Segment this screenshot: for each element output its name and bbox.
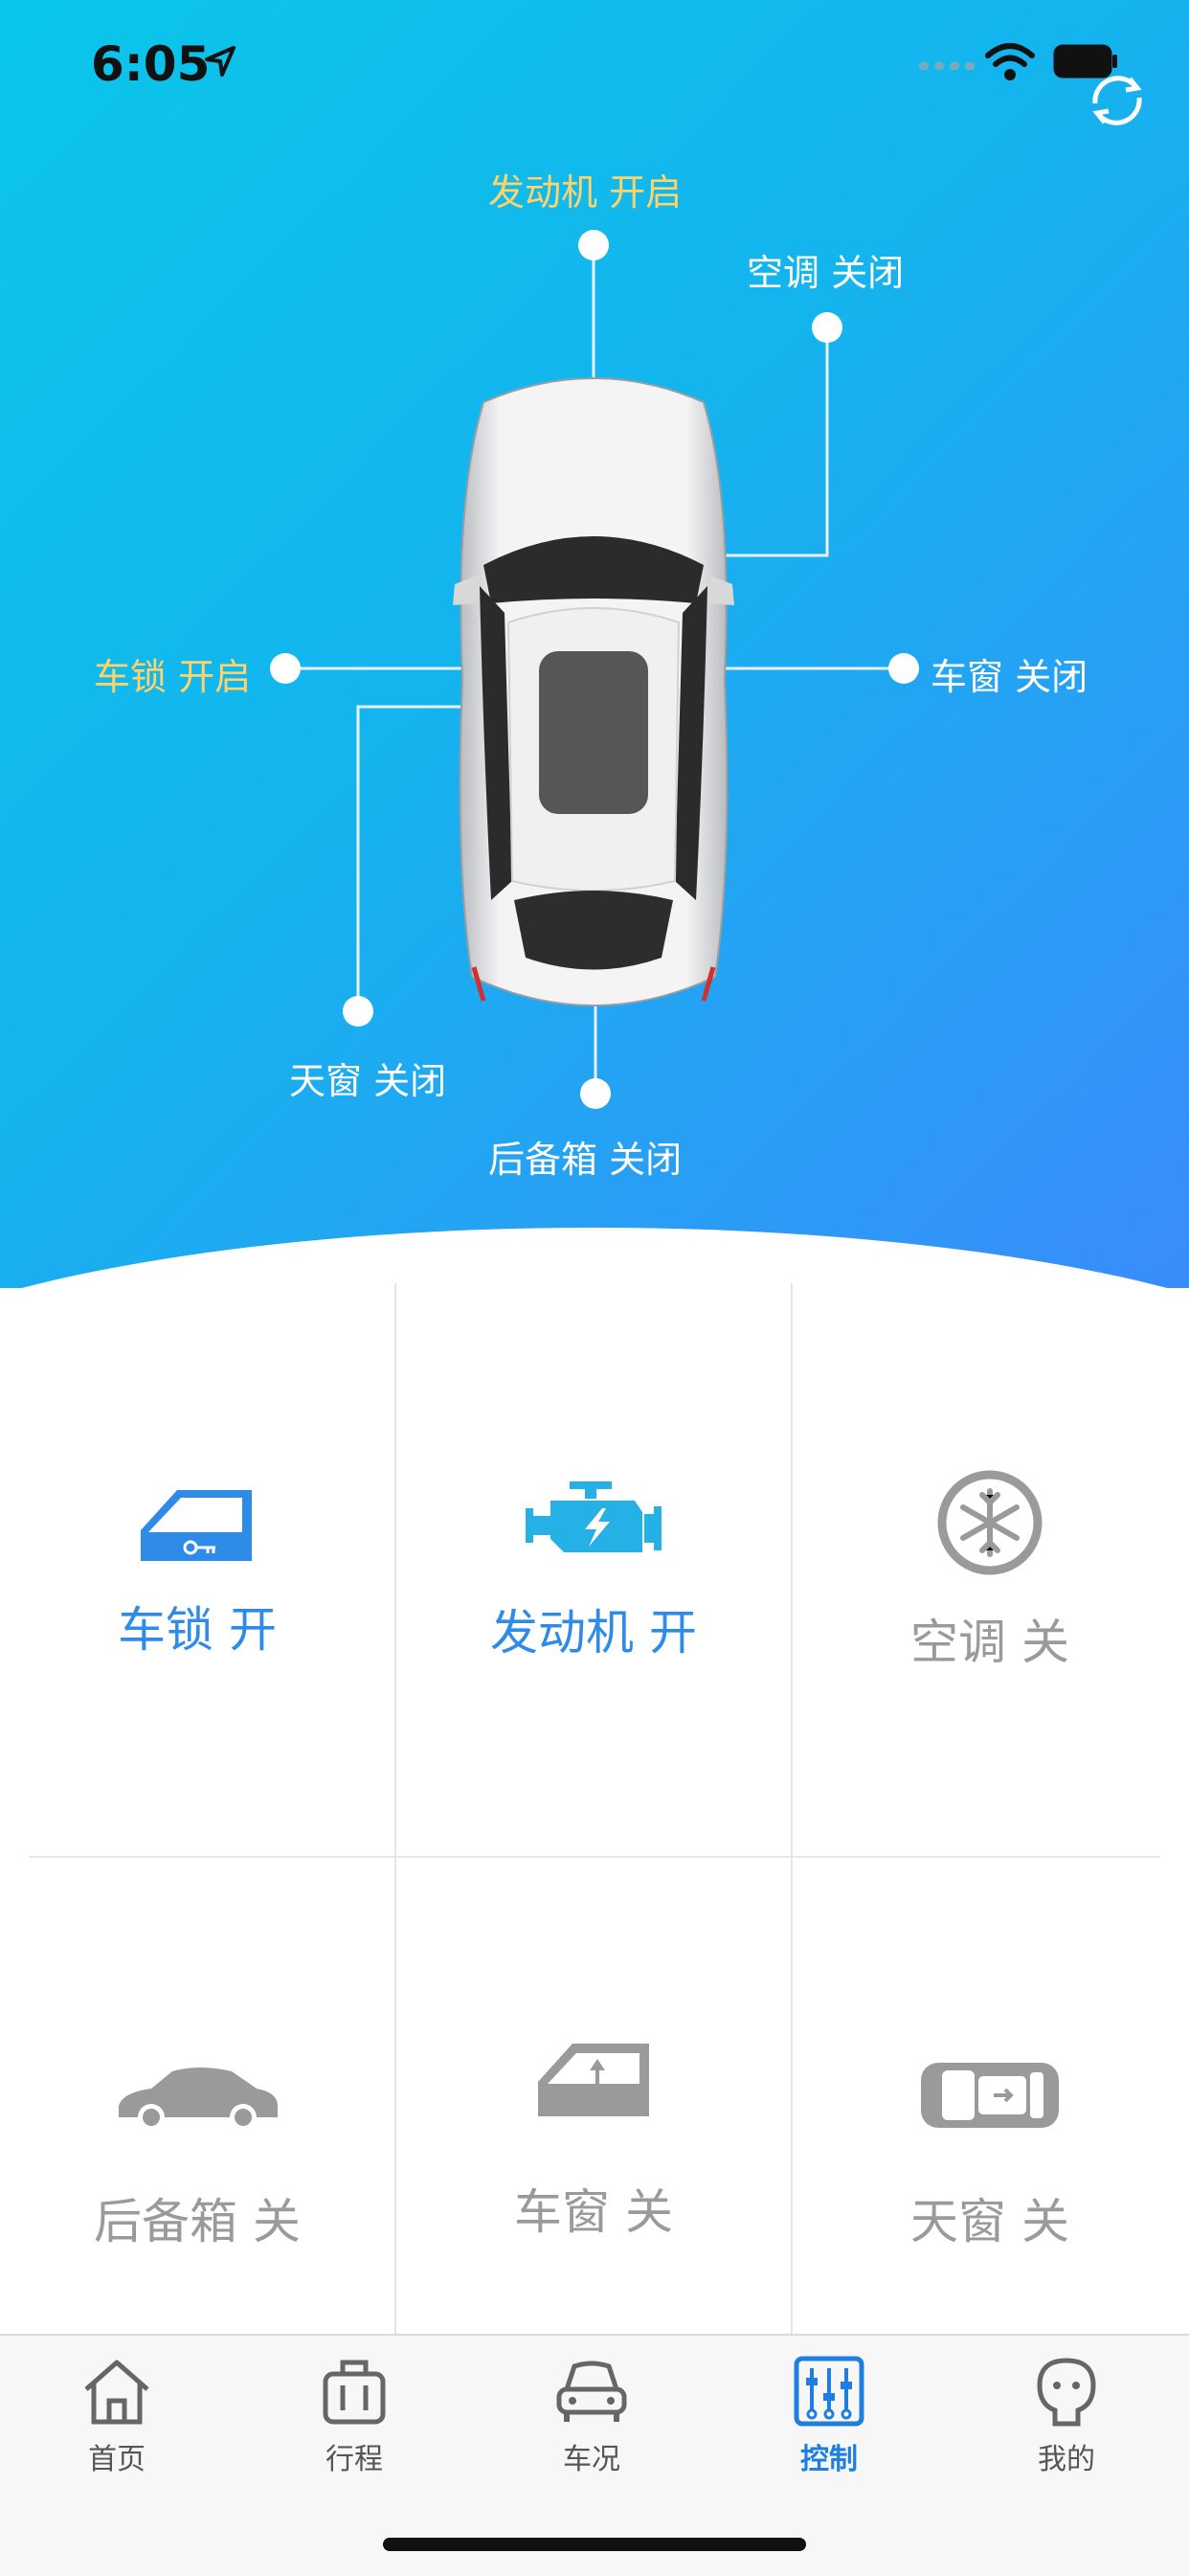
lock-control[interactable]: 车锁 开	[0, 1283, 394, 1856]
home-indicator	[383, 2538, 806, 2551]
trunk-status-label: 后备箱 关闭	[488, 1139, 683, 1181]
window-dot	[888, 653, 919, 684]
window-control-label: 车窗 关	[514, 2184, 673, 2240]
user-icon	[1037, 2358, 1096, 2427]
sunroof-icon	[921, 2063, 1059, 2128]
car-side-icon	[119, 2068, 278, 2131]
engine-control[interactable]: 发动机 开	[396, 1283, 791, 1856]
car-window-icon	[538, 2044, 649, 2116]
door-lock-icon	[141, 1490, 252, 1561]
ac-status-label: 空调 关闭	[747, 252, 905, 294]
tab-vehicle[interactable]: 车况	[525, 2355, 659, 2477]
trunk-control-label: 后备箱 关	[94, 2194, 301, 2249]
window-status-label: 车窗 关闭	[931, 656, 1088, 698]
car-status-panel: 6:05 发动机 开启 空调 关闭 车锁 开启 车窗 关闭 天窗 关闭 后备箱 …	[0, 0, 1189, 1288]
luggage-icon	[323, 2360, 386, 2425]
sunroof-control[interactable]: 天窗 关	[793, 1858, 1187, 2334]
home-icon	[84, 2360, 149, 2425]
ac-dot	[812, 312, 842, 343]
tab-home[interactable]: 首页	[50, 2355, 184, 2477]
lock-control-label: 车锁 开	[118, 1602, 277, 1658]
ac-control-label: 空调 关	[910, 1615, 1069, 1670]
tab-profile[interactable]: 我的	[999, 2355, 1133, 2477]
lock-dot	[270, 653, 301, 684]
engine-icon	[526, 1481, 662, 1552]
engine-status-label: 发动机 开启	[488, 171, 683, 214]
trunk-control[interactable]: 后备箱 关	[0, 1858, 394, 2334]
tab-control-label: 控制	[800, 2443, 858, 2476]
sunroof-dot	[343, 996, 373, 1027]
engine-dot	[578, 230, 609, 260]
tab-profile-label: 我的	[1038, 2443, 1095, 2476]
tab-trips-label: 行程	[325, 2443, 383, 2476]
tab-vehicle-label: 车况	[563, 2443, 620, 2476]
sunroof-status-label: 天窗 关闭	[289, 1060, 447, 1102]
lock-status-label: 车锁 开启	[94, 656, 252, 698]
engine-control-label: 发动机 开	[490, 1605, 697, 1661]
snowflake-icon	[937, 1470, 1043, 1575]
sunroof-control-label: 天窗 关	[910, 2194, 1069, 2249]
control-grid: 车锁 开 发动机 开 空调 关 后备箱 关 车窗 关 天窗 关	[0, 1283, 1189, 2334]
car-top-view	[453, 377, 734, 1006]
tab-trips[interactable]: 行程	[287, 2355, 421, 2477]
window-control[interactable]: 车窗 关	[396, 1858, 791, 2334]
trunk-dot	[580, 1078, 611, 1109]
tab-home-label: 首页	[88, 2443, 146, 2476]
sliders-icon	[794, 2356, 864, 2427]
car-front-icon	[556, 2361, 627, 2422]
tab-control[interactable]: 控制	[762, 2355, 896, 2477]
ac-control[interactable]: 空调 关	[793, 1283, 1187, 1856]
